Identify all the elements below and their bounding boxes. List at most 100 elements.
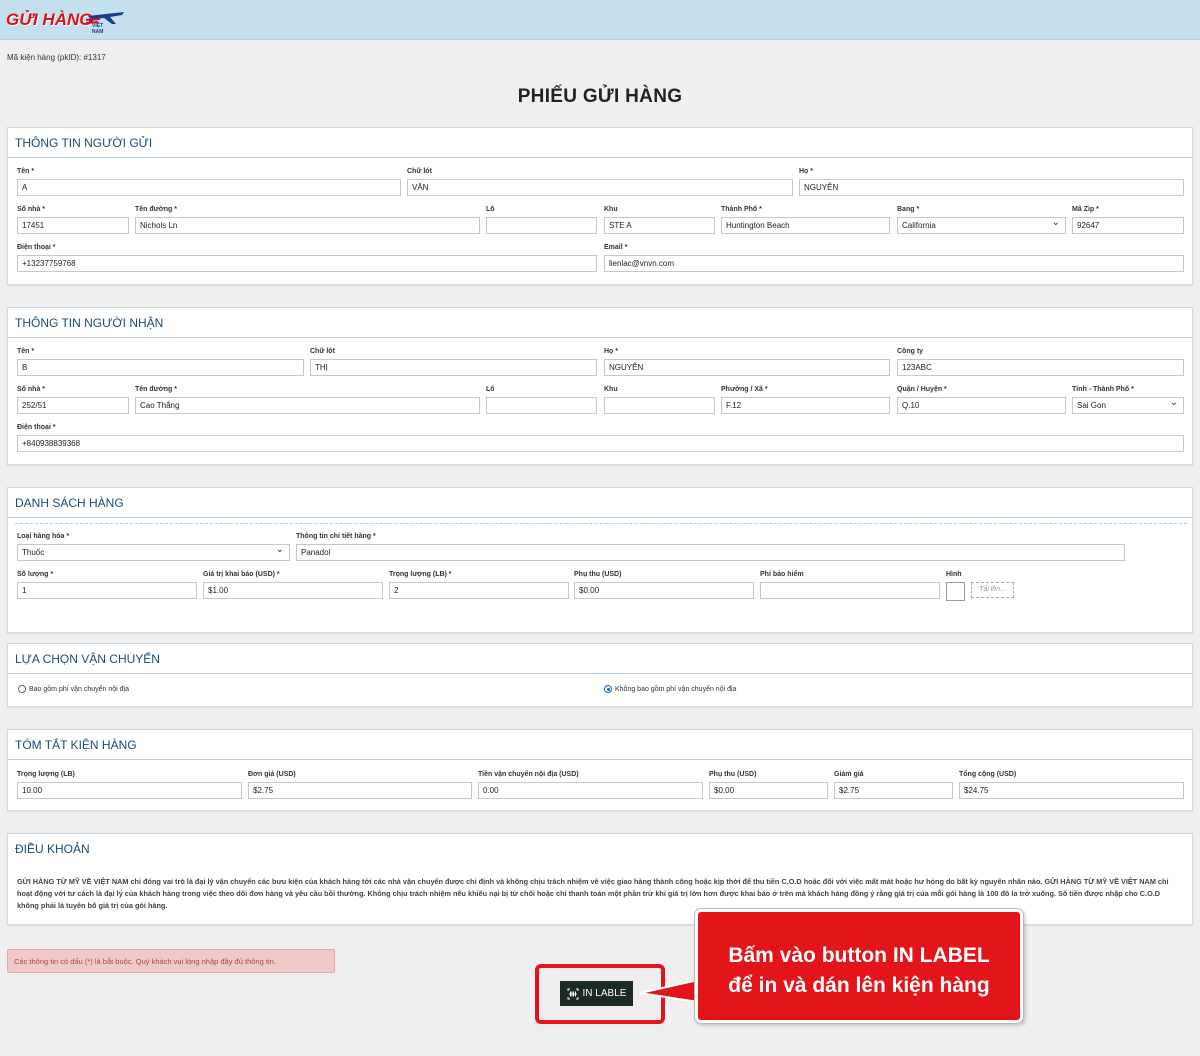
sender-house-label: Số nhà * (17, 206, 46, 213)
logo[interactable]: GỬI HÀNG VIỆT NAM (6, 6, 124, 35)
receiver-district-label: Quận / Huyện * (897, 386, 947, 393)
receiver-district-input[interactable]: Q.10 (897, 397, 1066, 414)
goods-weight-label: Trọng lượng (LB) * (389, 571, 452, 578)
receiver-street-label: Tên đường * (135, 386, 177, 393)
summary-domestic-input[interactable]: 0.00 (478, 782, 703, 799)
summary-surcharge-input[interactable]: $0.00 (709, 782, 828, 799)
goods-type-select[interactable]: Thuốc (17, 544, 290, 561)
logo-text: GỬI HÀNG (6, 10, 93, 29)
receiver-heading: THÔNG TIN NGƯỜI NHẬN (8, 308, 1192, 338)
goods-type-label: Loại hàng hóa * (17, 533, 70, 540)
upload-button[interactable]: Tải lên... (971, 582, 1014, 598)
receiver-first-label: Tên * (17, 348, 35, 355)
summary-unit-price-input[interactable]: $2.75 (248, 782, 472, 799)
sender-lot-input[interactable] (486, 217, 597, 234)
summary-card: TÓM TẮT KIỆN HÀNG Trọng lượng (LB) 10.00… (7, 729, 1193, 811)
sender-email-input[interactable]: lienlac@vnvn.com (604, 255, 1184, 272)
goods-qty-input[interactable]: 1 (17, 582, 197, 599)
goods-weight-input[interactable]: 2 (389, 582, 569, 599)
goods-card: DANH SÁCH HÀNG Loại hàng hóa * Thuốc Thô… (7, 487, 1193, 633)
top-bar: GỬI HÀNG VIỆT NAM (0, 0, 1200, 40)
receiver-last-label: Họ * (604, 348, 618, 355)
sender-street-input[interactable]: Nichols Ln (135, 217, 480, 234)
sender-city-label: Thành Phố * (721, 206, 762, 213)
receiver-card: THÔNG TIN NGƯỜI NHẬN Tên * B Chữ lót THỊ… (7, 307, 1193, 465)
radio-exclude[interactable] (604, 685, 612, 693)
sender-zip-input[interactable]: 92647 (1072, 217, 1184, 234)
sender-area-input[interactable]: STE A (604, 217, 715, 234)
receiver-middle-label: Chữ lót (310, 348, 335, 355)
sender-street-label: Tên đường * (135, 206, 177, 213)
receiver-lot-label: Lô (486, 386, 495, 393)
receiver-area-label: Khu (604, 386, 618, 393)
receiver-province-label: Tỉnh - Thành Phố * (1072, 386, 1134, 393)
sender-state-label: Bang * (897, 206, 920, 213)
shipping-exclude-label: Không bao gồm phí vận chuyển nội địa (615, 685, 737, 693)
goods-declared-label: Giá trị khai báo (USD) * (203, 571, 280, 578)
radio-include[interactable] (18, 685, 26, 693)
callout-line-2: để in và dán lên kiện hàng (728, 974, 990, 997)
print-label-button[interactable]: IN LABLE (560, 981, 633, 1006)
shipping-include-option[interactable]: Bao gồm phí vận chuyển nội địa (18, 685, 129, 693)
receiver-first-input[interactable]: B (17, 359, 304, 376)
shipping-heading: LỰA CHỌN VẬN CHUYỂN (8, 644, 1192, 674)
receiver-phone-input[interactable]: +840938839368 (17, 435, 1184, 452)
instruction-callout: Bấm vào button IN LABEL để in và dán lên… (695, 909, 1023, 1023)
summary-weight-label: Trọng lượng (LB) (17, 771, 75, 778)
receiver-house-input[interactable]: 252/51 (17, 397, 129, 414)
shipping-include-label: Bao gồm phí vận chuyển nội địa (29, 685, 130, 693)
sender-first-label: Tên * (17, 168, 35, 175)
goods-image-thumbnail (946, 582, 965, 601)
sender-email-label: Email * (604, 244, 628, 251)
summary-weight-input[interactable]: 10.00 (17, 782, 242, 799)
sender-card: THÔNG TIN NGƯỜI GỬI Tên * A Chữ lót VĂN … (7, 127, 1193, 285)
summary-total-input[interactable]: $24.75 (959, 782, 1184, 799)
receiver-last-input[interactable]: NGUYỄN (604, 359, 890, 376)
receiver-middle-input[interactable]: THỊ (310, 359, 597, 376)
summary-heading: TÓM TẮT KIỆN HÀNG (8, 730, 1192, 760)
receiver-area-input[interactable] (604, 397, 715, 414)
receiver-ward-label: Phường / Xã * (721, 386, 768, 393)
logo-subtext: VIỆT NAM (92, 23, 104, 35)
summary-total-label: Tổng cộng (USD) (959, 771, 1017, 778)
receiver-company-label: Công ty (897, 348, 924, 355)
required-fields-alert: Các thông tin có dấu (*) là bắt buộc. Qu… (7, 949, 335, 973)
callout-pointer (639, 978, 699, 1004)
callout-line-1: Bấm vào button IN LABEL (728, 944, 990, 967)
sender-heading: THÔNG TIN NGƯỜI GỬI (8, 128, 1192, 158)
goods-detail-label: Thông tin chi tiết hàng * (296, 533, 376, 540)
sender-phone-input[interactable]: +13237759768 (17, 255, 597, 272)
receiver-ward-input[interactable]: F.12 (721, 397, 890, 414)
sender-last-label: Họ * (799, 168, 813, 175)
page-title: PHIẾU GỬI HÀNG (517, 86, 683, 107)
sender-middle-input[interactable]: VĂN (407, 179, 793, 196)
summary-discount-input[interactable]: $2.75 (834, 782, 953, 799)
barcode-icon (567, 988, 579, 999)
goods-declared-input[interactable]: $1.00 (203, 582, 383, 599)
sender-zip-label: Mã Zip * (1072, 206, 1099, 213)
shipping-exclude-option[interactable]: Không bao gồm phí vận chuyển nội địa (604, 685, 736, 693)
goods-insurance-input[interactable] (760, 582, 940, 599)
summary-unit-price-label: Đơn giá (USD) (248, 771, 296, 778)
sender-city-input[interactable]: Huntington Beach (721, 217, 890, 234)
goods-detail-input[interactable]: Panadol (296, 544, 1125, 561)
summary-discount-label: Giảm giá (834, 771, 864, 778)
receiver-company-input[interactable]: 123ABC (897, 359, 1184, 376)
sender-first-input[interactable]: A (17, 179, 401, 196)
sender-state-select[interactable]: California (897, 217, 1066, 234)
shipping-card: LỰA CHỌN VẬN CHUYỂN Bao gồm phí vận chuy… (7, 643, 1193, 707)
receiver-province-select[interactable]: Sai Gon (1072, 397, 1184, 414)
sender-last-input[interactable]: NGUYỄN (799, 179, 1184, 196)
receiver-lot-input[interactable] (486, 397, 597, 414)
sender-lot-label: Lô (486, 206, 495, 213)
goods-insurance-label: Phí bảo hiểm (760, 571, 804, 578)
sender-house-input[interactable]: 17451 (17, 217, 129, 234)
sender-phone-label: Điện thoại * (17, 244, 56, 251)
goods-heading: DANH SÁCH HÀNG (8, 488, 1192, 518)
terms-heading: ĐIỀU KHOẢN (15, 842, 90, 856)
receiver-street-input[interactable]: Cao Thắng (135, 397, 480, 414)
terms-text: GỬI HÀNG TỪ MỸ VỀ VIỆT NAM chỉ đóng vai … (17, 877, 1169, 910)
receiver-house-label: Số nhà * (17, 386, 46, 393)
sender-area-label: Khu (604, 206, 618, 213)
goods-surcharge-input[interactable]: $0.00 (574, 582, 754, 599)
